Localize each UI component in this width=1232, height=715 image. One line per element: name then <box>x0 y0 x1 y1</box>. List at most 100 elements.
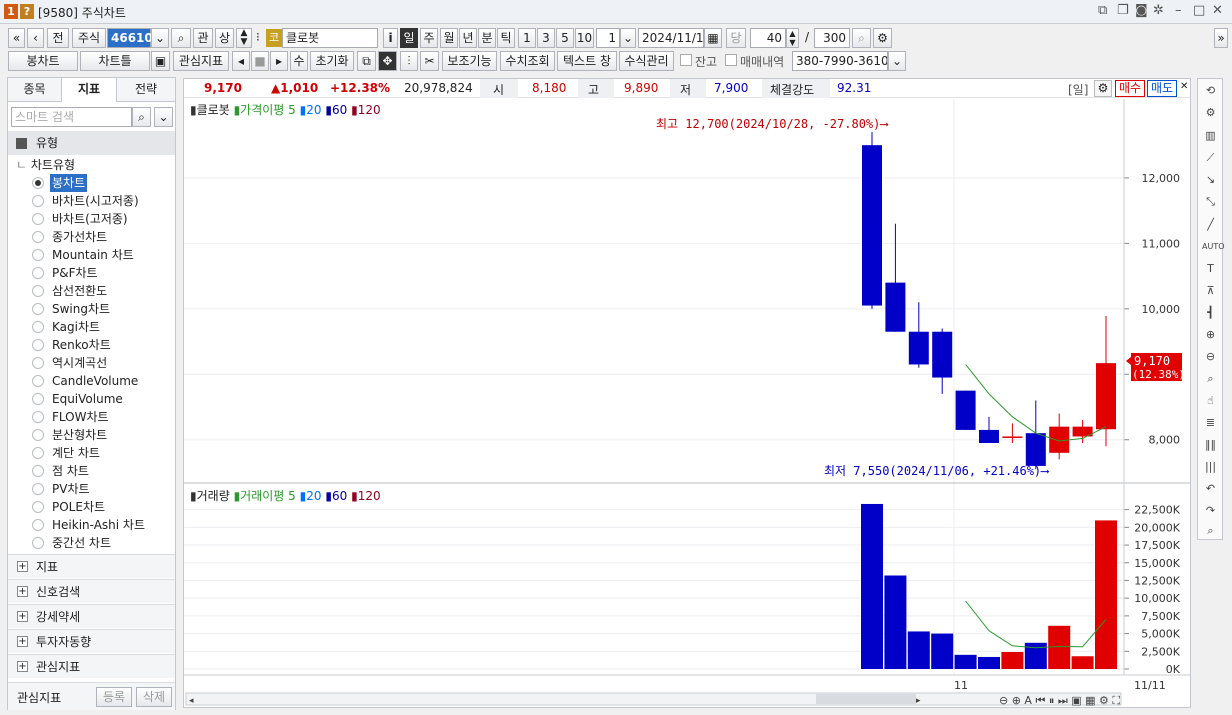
expand-right-icon[interactable]: » <box>1214 28 1228 48</box>
ray-icon[interactable]: ↘ <box>1202 171 1219 188</box>
hand-icon[interactable]: ☝ <box>1202 392 1219 409</box>
radio-button[interactable] <box>32 537 44 549</box>
gear-icon[interactable]: ⚙ <box>873 28 892 48</box>
chart-icon[interactable]: ▥ <box>1202 127 1219 144</box>
sell-button[interactable]: 매도 <box>1147 80 1177 97</box>
code-dropdown[interactable]: ⌄ <box>151 28 169 48</box>
date-input[interactable]: 2024/11/11 <box>638 28 711 48</box>
aux-function-button[interactable]: 보조기능 <box>442 51 497 71</box>
radio-button[interactable] <box>32 321 44 333</box>
search-icon[interactable]: ⌕ <box>132 107 151 127</box>
window-mode-icon[interactable]: ⧉ <box>357 51 376 71</box>
radio-button[interactable] <box>32 411 44 423</box>
info-button[interactable]: i <box>383 28 398 48</box>
watch-indicator-button[interactable]: 관심지표 <box>173 51 229 71</box>
refresh-icon[interactable]: ⟲ <box>1202 82 1219 99</box>
maximize-icon[interactable]: □ <box>1193 3 1205 18</box>
bar-style-icon[interactable]: ⫶ <box>400 51 418 71</box>
close-icon[interactable]: ✕ <box>1212 3 1223 18</box>
chart-type-select[interactable]: 봉차트 <box>8 51 78 71</box>
zoom-fit-icon[interactable]: ⌕ <box>852 28 871 48</box>
segment-icon[interactable]: ⤡ <box>1202 193 1219 210</box>
calendar-icon[interactable]: ▦ <box>704 28 722 48</box>
price-volume-chart[interactable]: 12,00011,00010,0009,0008,000 22,500K20,0… <box>184 99 1190 707</box>
radio-button[interactable] <box>32 267 44 279</box>
period-tick-tab[interactable]: 틱 <box>497 28 515 48</box>
auto-line-icon[interactable]: AUTO <box>1202 238 1225 255</box>
scroll-left-button[interactable]: ◂ <box>232 51 250 71</box>
cycle-lines-icon[interactable]: ‖‖ <box>1202 436 1219 453</box>
n-value-dropdown[interactable]: ⌄ <box>620 28 636 48</box>
text-window-button[interactable]: 텍스트 창 <box>557 51 617 71</box>
zoom-in-icon[interactable]: ⊕ <box>1202 326 1219 343</box>
radio-button[interactable] <box>32 429 44 441</box>
smart-search-input[interactable]: 스마트 검색 <box>11 107 132 127</box>
formula-manage-button[interactable]: 수식관리 <box>619 51 674 71</box>
group-header-type[interactable]: 유형 <box>8 131 175 155</box>
radio-button[interactable] <box>32 285 44 297</box>
sidebar-section[interactable]: + 강세약세 <box>8 604 175 628</box>
undo-icon[interactable]: ↶ <box>1202 480 1219 497</box>
copy-icon[interactable]: ❐ <box>1117 3 1129 18</box>
rank-button[interactable]: 상 <box>215 28 234 48</box>
close-icon[interactable]: ✕ <box>1180 81 1188 92</box>
zoom-out-icon[interactable]: ⊖ <box>1202 348 1219 365</box>
interval-3-button[interactable]: 3 <box>537 28 555 48</box>
radio-button[interactable] <box>32 249 44 261</box>
sidebar-section[interactable]: + 관심지표 <box>8 654 175 678</box>
settings-icon[interactable]: ✲ <box>1153 3 1164 18</box>
scissors-icon[interactable]: ✂ <box>420 51 439 71</box>
candle-icon[interactable]: ┫ <box>1202 304 1219 321</box>
account-dropdown[interactable]: ⌄ <box>888 51 906 71</box>
magnify-icon[interactable]: ⌕ <box>1202 370 1219 387</box>
subgroup-chart-type[interactable]: ㄴ 차트유형 <box>16 156 75 173</box>
fibonacci-icon[interactable]: ≣ <box>1202 414 1219 431</box>
watch-button[interactable]: 관 <box>193 28 213 48</box>
market-select[interactable]: 주식 <box>72 28 106 48</box>
interval-10-button[interactable]: 10 <box>575 28 594 48</box>
radio-button[interactable] <box>32 519 44 531</box>
prev-stock-button[interactable]: 전 <box>47 28 69 48</box>
help-icon[interactable]: ? <box>20 4 34 19</box>
window-number-badge[interactable]: 1 <box>4 4 18 19</box>
redo-icon[interactable]: ↷ <box>1202 502 1219 519</box>
period-week-tab[interactable]: 주 <box>420 28 438 48</box>
gear-icon[interactable]: ⚙ <box>1094 80 1112 97</box>
radio-button[interactable] <box>32 465 44 477</box>
search-icon[interactable]: ⌕ <box>1202 522 1219 539</box>
radio-button[interactable] <box>32 339 44 351</box>
tab-indicators[interactable]: 지표 <box>62 78 117 102</box>
today-button[interactable]: 당 <box>726 28 746 48</box>
stock-code-input[interactable]: 466100 <box>107 28 161 48</box>
radio-button[interactable] <box>32 447 44 459</box>
sidebar-section[interactable]: + 투자자동향 <box>8 629 175 653</box>
account-select[interactable]: 380-7990-3610-1 <box>792 51 888 71</box>
sidebar-section[interactable]: + 신호검색 <box>8 579 175 603</box>
settings-icon[interactable]: ⚙ <box>1202 104 1219 121</box>
radio-button[interactable] <box>32 393 44 405</box>
search-icon[interactable]: ⌕ <box>171 28 191 48</box>
all-icon[interactable]: ⊼ <box>1202 282 1219 299</box>
period-month-tab[interactable]: 월 <box>440 28 458 48</box>
stock-name-field[interactable]: 클로봇 <box>282 28 378 48</box>
stop-button[interactable]: ■ <box>251 51 269 71</box>
first-button[interactable]: « <box>8 28 25 48</box>
radio-button[interactable] <box>32 483 44 495</box>
buy-button[interactable]: 매수 <box>1115 80 1145 97</box>
radio-button[interactable] <box>32 501 44 513</box>
tab-stocks[interactable]: 종목 <box>8 78 62 102</box>
radio-button[interactable] <box>32 213 44 225</box>
radio-button[interactable] <box>32 303 44 315</box>
tab-strategy[interactable]: 전략 <box>117 78 175 102</box>
prev-button[interactable]: ‹ <box>27 28 44 48</box>
reset-button[interactable]: 초기화 <box>310 51 354 71</box>
minimize-icon[interactable]: – <box>1175 3 1182 18</box>
sidebar-section[interactable]: + 지표 <box>8 554 175 578</box>
link-icon[interactable]: ⧉ <box>1098 3 1107 18</box>
chart-frame-select[interactable]: 차트틀 <box>80 51 150 71</box>
balance-checkbox[interactable] <box>680 54 692 66</box>
count-spin-icon[interactable]: ▲ ▼ <box>786 28 799 48</box>
period-day-tab[interactable]: 일 <box>400 28 418 48</box>
line-icon[interactable]: ╱ <box>1202 216 1219 233</box>
interval-5-button[interactable]: 5 <box>556 28 574 48</box>
